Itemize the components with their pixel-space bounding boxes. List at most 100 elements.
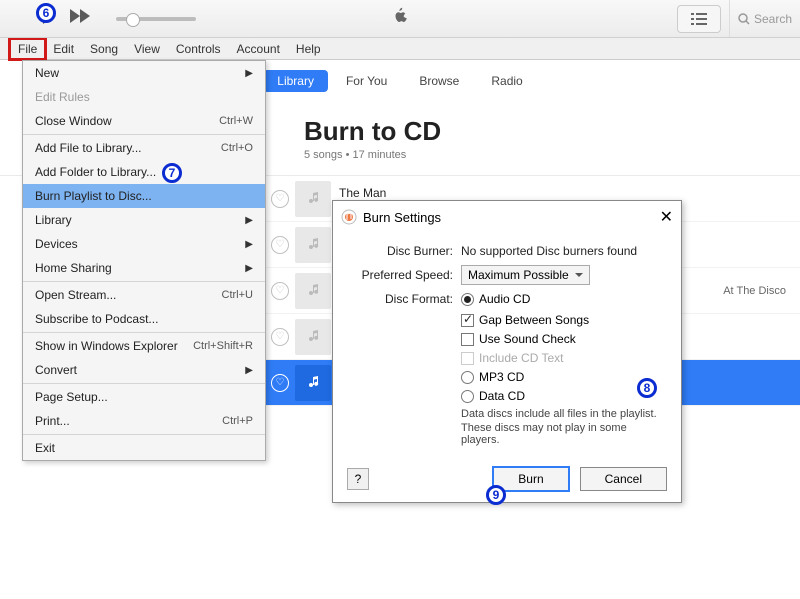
menu-item-label: Burn Playlist to Disc... [35,189,152,203]
check-sound-check[interactable] [461,333,474,346]
page-title: Burn to CD [304,116,800,147]
menu-edit[interactable]: Edit [45,39,82,59]
menu-view[interactable]: View [126,39,168,59]
menu-shortcut: Ctrl+O [221,142,253,154]
menu-item-label: Edit Rules [35,90,90,104]
mp3cd-label: MP3 CD [479,370,524,384]
file-dropdown: New▶ Edit Rules Close Window Ctrl+W Add File… [22,60,266,461]
tab-library[interactable]: Library [263,70,328,92]
data-disc-note-2: These discs may not play in some players… [461,422,665,446]
menu-separator [23,134,265,135]
menu-separator [23,434,265,435]
close-icon[interactable]: ✕ [660,207,673,227]
check-cd-text[interactable] [461,352,474,365]
menu-song[interactable]: Song [82,39,126,59]
menu-item-label: Print... [35,414,70,428]
menu-item-exit[interactable]: Exit [23,436,265,460]
datacd-label: Data CD [479,389,525,403]
menu-shortcut: Ctrl+U [222,289,253,301]
album-art-icon [295,181,331,217]
search-input[interactable]: Search [729,0,800,37]
radio-audio-cd[interactable] [461,293,474,306]
menu-item-label: Open Stream... [35,288,116,302]
menu-item-new[interactable]: New▶ [23,61,265,85]
menu-item-label: Devices [35,237,78,251]
menu-item-show-in-windows-explorer[interactable]: Show in Windows Explorer Ctrl+Shift+R [23,334,265,358]
menu-item-label: Show in Windows Explorer [35,339,178,353]
favorite-icon[interactable]: ♡ [271,374,289,392]
annotation-8: 8 [637,378,657,398]
cancel-button[interactable]: Cancel [580,467,667,491]
menu-shortcut: Ctrl+P [222,415,253,427]
cdtext-label: Include CD Text [479,351,564,365]
menu-item-print[interactable]: Print... Ctrl+P [23,409,265,433]
menu-item-label: Close Window [35,114,112,128]
menu-separator [23,332,265,333]
audio-cd-label: Audio CD [479,292,530,306]
album-art-icon [295,365,331,401]
menu-item-burn-playlist-to-disc[interactable]: Burn Playlist to Disc... [23,184,265,208]
volume-slider[interactable] [116,17,196,21]
help-button[interactable]: ? [347,468,369,490]
tab-for-you[interactable]: For You [332,70,401,92]
menu-item-close-window[interactable]: Close Window Ctrl+W [23,109,265,133]
format-label: Disc Format: [349,292,453,306]
menu-item-open-stream[interactable]: Open Stream... Ctrl+U [23,283,265,307]
favorite-icon[interactable]: ♡ [271,282,289,300]
chevron-right-icon: ▶ [245,365,253,376]
menu-help[interactable]: Help [288,39,329,59]
menu-item-subscribe-to-podcast[interactable]: Subscribe to Podcast... [23,307,265,331]
dialog-title: Burn Settings [363,210,441,225]
song-artist: At The Disco [723,285,786,297]
menu-separator [23,383,265,384]
list-view-button[interactable] [677,5,721,33]
menu-shortcut: Ctrl+W [219,115,253,127]
annotation-9: 9 [486,485,506,505]
menu-item-add-folder-to-library[interactable]: Add Folder to Library... [23,160,265,184]
check-gap[interactable] [461,314,474,327]
menu-item-label: Library [35,213,72,227]
menu-item-add-file-to-library[interactable]: Add File to Library... Ctrl+O [23,136,265,160]
tab-browse[interactable]: Browse [405,70,473,92]
menu-item-label: Add Folder to Library... [35,165,156,179]
radio-mp3-cd[interactable] [461,371,474,384]
data-disc-note-1: Data discs include all files in the play… [461,408,665,420]
menu-file[interactable]: File [10,39,45,59]
menu-account[interactable]: Account [229,39,288,59]
soundcheck-label: Use Sound Check [479,332,576,346]
song-title: The Man [339,186,386,200]
annotation-7: 7 [162,163,182,183]
burner-value: No supported Disc burners found [461,244,637,258]
menu-separator [23,281,265,282]
fast-forward-icon[interactable] [70,9,92,28]
menu-item-label: Page Setup... [35,390,108,404]
radio-data-cd[interactable] [461,390,474,403]
page-subtitle: 5 songs • 17 minutes [304,149,800,161]
speed-label: Preferred Speed: [349,268,453,282]
menu-item-label: Exit [35,441,55,455]
tab-radio[interactable]: Radio [477,70,536,92]
album-art-icon [295,273,331,309]
menu-item-library[interactable]: Library▶ [23,208,265,232]
gap-label: Gap Between Songs [479,313,589,327]
chevron-right-icon: ▶ [245,263,253,274]
menu-item-convert[interactable]: Convert ▶ [23,358,265,382]
menu-item-devices[interactable]: Devices▶ [23,232,265,256]
search-placeholder: Search [754,12,792,26]
menu-item-page-setup[interactable]: Page Setup... [23,385,265,409]
favorite-icon[interactable]: ♡ [271,190,289,208]
menu-item-label: Add File to Library... [35,141,142,155]
menu-item-label: Convert [35,363,77,377]
menu-shortcut: Ctrl+Shift+R [193,340,253,352]
album-art-icon [295,227,331,263]
menu-item-label: Subscribe to Podcast... [35,312,158,326]
speed-select[interactable]: Maximum Possible [461,265,590,285]
favorite-icon[interactable]: ♡ [271,236,289,254]
favorite-icon[interactable]: ♡ [271,328,289,346]
album-art-icon [295,319,331,355]
menu-item-edit-rules: Edit Rules [23,85,265,109]
menu-controls[interactable]: Controls [168,39,229,59]
apple-logo-icon [391,7,409,30]
menu-bar: File Edit Song View Controls Account Hel… [0,38,800,60]
menu-item-home-sharing[interactable]: Home Sharing▶ [23,256,265,280]
